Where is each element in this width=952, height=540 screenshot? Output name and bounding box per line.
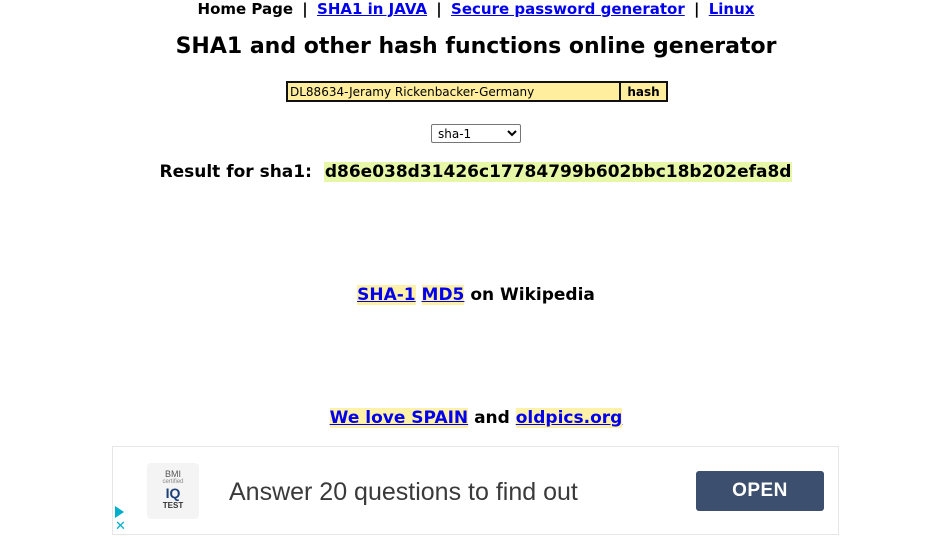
- ad-open-button[interactable]: OPEN: [696, 471, 824, 511]
- wikipedia-links: SHA-1 MD5 on Wikipedia: [0, 283, 952, 307]
- nav-link-sha1-java[interactable]: SHA1 in JAVA: [317, 0, 427, 18]
- ad-choices-play-icon[interactable]: [115, 506, 124, 518]
- result-line: Result for sha1: d86e038d31426c17784799b…: [0, 160, 952, 184]
- wiki-suffix: on Wikipedia: [470, 285, 595, 305]
- advertisement-banner[interactable]: BMI certified IQ TEST Answer 20 question…: [112, 446, 839, 535]
- logo-line-bmi: BMI: [164, 469, 181, 479]
- ad-choices[interactable]: ✕: [113, 505, 127, 535]
- ad-headline[interactable]: Answer 20 questions to find out: [229, 477, 578, 507]
- promo-link-oldpics[interactable]: oldpics.org: [515, 408, 623, 428]
- ad-close-icon[interactable]: ✕: [115, 520, 126, 533]
- hash-input[interactable]: [286, 81, 621, 102]
- nav-link-password-generator[interactable]: Secure password generator: [451, 0, 685, 18]
- result-label: Result for sha1:: [159, 162, 312, 182]
- iq-test-logo: BMI certified IQ TEST: [147, 463, 199, 519]
- logo-line-test: TEST: [162, 501, 184, 510]
- promo-link-spain[interactable]: We love SPAIN: [329, 408, 469, 428]
- result-hash: d86e038d31426c17784799b602bbc18b202efa8d: [323, 162, 793, 182]
- page-title: SHA1 and other hash functions online gen…: [175, 34, 777, 59]
- algorithm-select[interactable]: sha-1: [431, 124, 521, 143]
- logo-line-iq: IQ: [165, 485, 181, 501]
- hash-form: hash: [286, 81, 668, 102]
- promo-conjunction: and: [474, 408, 510, 428]
- wiki-link-md5[interactable]: MD5: [421, 285, 465, 305]
- nav-home-page: Home Page: [197, 0, 294, 18]
- nav-separator: |: [693, 0, 700, 18]
- promo-links: We love SPAIN and oldpics.org: [0, 406, 952, 430]
- nav-separator: |: [302, 0, 308, 18]
- hash-button[interactable]: hash: [621, 81, 668, 102]
- nav-separator: |: [436, 0, 442, 18]
- wiki-link-sha1[interactable]: SHA-1: [357, 285, 416, 305]
- top-navigation: Home Page | SHA1 in JAVA | Secure passwo…: [0, 0, 952, 18]
- nav-link-linux[interactable]: Linux: [709, 0, 755, 18]
